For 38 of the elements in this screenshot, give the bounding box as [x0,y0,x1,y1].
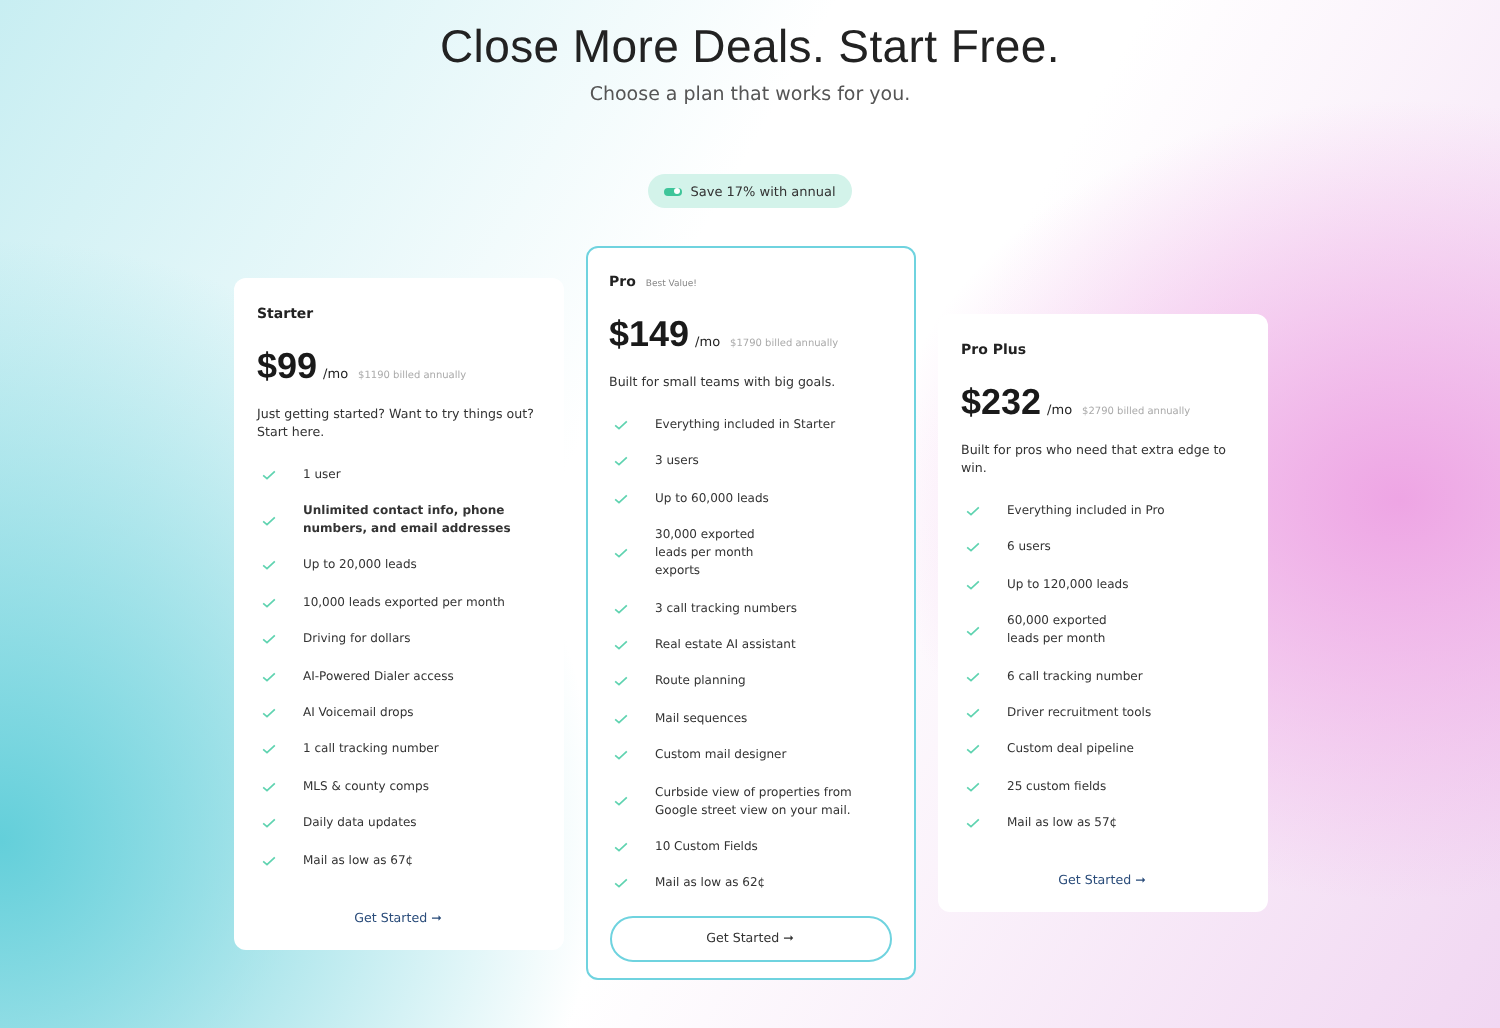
checkmark-icon [965,625,979,636]
checkmark-icon [261,469,275,480]
checkmark-icon [613,639,627,650]
checkmark-icon [965,744,979,755]
checkmark-icon [965,671,979,682]
checkmark-icon [261,671,275,682]
checkmark-icon [261,634,275,645]
checkmark-icon [613,420,627,430]
checkmark-icon [613,603,627,614]
checkmark-icon [261,781,275,792]
checkmark-icon [965,781,979,792]
plan-price: $232 [961,382,1042,425]
checkmark-icon [261,515,275,526]
checkmark-icon [613,750,627,761]
checkmark-icon [613,841,627,852]
checkmark-icon [613,713,627,724]
toggle-switch-icon [664,187,683,195]
checkmark-icon [261,855,275,866]
checkmark-icon [613,796,627,807]
checkmark-icon [965,579,979,590]
page-subtitle: Choose a plan that works for you. [587,84,913,106]
checkmark-icon [965,708,979,719]
checkmark-icon [261,708,275,719]
checkmark-icon [261,597,275,608]
plan-price: $149 [609,314,690,356]
checkmark-icon [965,506,979,517]
checkmark-icon [613,456,627,467]
checkmark-icon [261,560,275,571]
checkmark-icon [613,676,627,687]
checkmark-icon [965,818,979,829]
checkmark-icon [613,493,627,504]
checkmark-icon [261,818,275,829]
checkmark-icon [613,548,627,559]
plan-price: $99 [257,345,318,388]
checkmark-icon [613,878,627,889]
page-title: Close More Deals. Start Free. [439,20,1060,72]
checkmark-icon [261,744,275,755]
checkmark-icon [965,542,979,553]
